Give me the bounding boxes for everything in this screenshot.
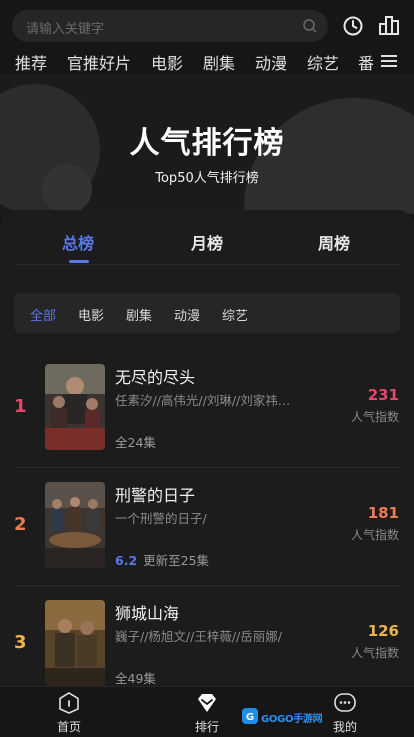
watermark-text: GOGO手游网 bbox=[261, 714, 323, 725]
popularity-label: 人气指数 bbox=[350, 410, 399, 424]
chat-face-icon bbox=[334, 693, 356, 712]
svg-text:G: G bbox=[246, 712, 254, 723]
show-cast: 巍子//杨旭文//王梓薇//岳丽娜/ bbox=[115, 629, 282, 644]
period-tabs: 总榜 月榜 周榜 bbox=[14, 210, 400, 265]
popularity-value: 181 bbox=[367, 504, 399, 522]
episode-status: 全24集 bbox=[115, 435, 156, 450]
bottom-nav-label: 首页 bbox=[56, 720, 81, 734]
show-title[interactable]: 无尽的尽头 bbox=[115, 364, 195, 388]
category-nav: 推荐 官推好片 电影 剧集 动漫 综艺 番 bbox=[0, 50, 414, 74]
show-episodes: 全49集 bbox=[115, 668, 156, 686]
filter-all[interactable]: 全部 bbox=[30, 305, 56, 324]
page-title: 人气排行榜 bbox=[129, 126, 285, 161]
nav-tab-movies[interactable]: 电影 bbox=[151, 50, 183, 74]
bottom-nav-ranking[interactable]: 排行 bbox=[167, 687, 247, 737]
active-tab-indicator bbox=[69, 260, 89, 263]
popularity-label: 人气指数 bbox=[350, 646, 399, 660]
show-title[interactable]: 狮城山海 bbox=[115, 600, 179, 624]
show-cast: 一个刑警的日子/ bbox=[115, 511, 207, 526]
poster-image[interactable] bbox=[45, 600, 105, 686]
popularity-value: 231 bbox=[367, 386, 399, 404]
ranking-card: 总榜 月榜 周榜 全部 电影 剧集 动漫 综艺 1 无尽的尽头 任素汐//高伟光… bbox=[0, 210, 414, 686]
filter-variety[interactable]: 综艺 bbox=[222, 305, 248, 324]
nav-tab-anime[interactable]: 动漫 bbox=[255, 50, 287, 74]
menu-icon[interactable] bbox=[380, 53, 398, 69]
filter-anime[interactable]: 动漫 bbox=[174, 305, 200, 324]
popularity-value: 126 bbox=[367, 622, 399, 640]
rank-number: 3 bbox=[14, 632, 27, 653]
episode-status: 更新至25集 bbox=[143, 553, 210, 568]
ranking-row[interactable]: 2 刑警的日子 一个刑警的日子/ 6.2 更新至25集 181 人气指数 bbox=[0, 468, 414, 586]
nav-tab-fan[interactable]: 番 bbox=[358, 50, 374, 74]
bottom-nav-label: 排行 bbox=[194, 720, 219, 734]
home-icon bbox=[59, 692, 79, 714]
top-bar: 请输入关键字 bbox=[0, 0, 414, 50]
nav-tab-official-picks[interactable]: 官推好片 bbox=[67, 50, 131, 74]
genre-filter-bar: 全部 电影 剧集 动漫 综艺 bbox=[14, 293, 400, 333]
bottom-nav-home[interactable]: 首页 bbox=[29, 687, 109, 737]
nav-tab-series[interactable]: 剧集 bbox=[203, 50, 235, 74]
poster-image[interactable] bbox=[45, 364, 105, 450]
nav-tab-recommend[interactable]: 推荐 bbox=[15, 50, 47, 74]
tab-weekly[interactable]: 周榜 bbox=[318, 230, 350, 254]
filter-movies[interactable]: 电影 bbox=[78, 305, 104, 324]
search-placeholder: 请输入关键字 bbox=[26, 22, 105, 37]
show-cast: 任素汐//高伟光//刘琳//刘家祎… bbox=[115, 393, 291, 408]
show-title[interactable]: 刑警的日子 bbox=[115, 482, 195, 506]
nav-tab-variety[interactable]: 综艺 bbox=[307, 50, 339, 74]
show-episodes: 6.2 更新至25集 bbox=[115, 550, 209, 569]
tab-monthly[interactable]: 月榜 bbox=[191, 230, 223, 254]
search-input[interactable]: 请输入关键字 bbox=[12, 10, 328, 42]
rating-score: 6.2 bbox=[115, 553, 138, 568]
watermark-logo: G GOGO手游网 bbox=[241, 707, 323, 727]
rank-number: 2 bbox=[14, 514, 27, 535]
ranking-banner: 人气排行榜 Top50人气排行榜 bbox=[0, 74, 414, 214]
history-clock-icon[interactable] bbox=[342, 15, 364, 37]
ranking-row[interactable]: 3 狮城山海 巍子//杨旭文//王梓薇//岳丽娜/ 全49集 126 人气指数 bbox=[0, 586, 414, 686]
tab-overall[interactable]: 总榜 bbox=[62, 230, 94, 254]
rank-diamond-icon bbox=[198, 694, 216, 712]
page-subtitle: Top50人气排行榜 bbox=[155, 171, 259, 186]
ranking-bars-icon[interactable] bbox=[378, 14, 400, 36]
popularity-label: 人气指数 bbox=[350, 528, 399, 542]
filter-series[interactable]: 剧集 bbox=[126, 305, 152, 324]
poster-image[interactable] bbox=[45, 482, 105, 568]
show-episodes: 全24集 bbox=[115, 432, 156, 451]
bottom-nav: 首页 排行 我的 G GOGO手游网 bbox=[0, 686, 414, 737]
search-icon[interactable] bbox=[302, 18, 318, 34]
ranking-row[interactable]: 1 无尽的尽头 任素汐//高伟光//刘琳//刘家祎… 全24集 231 人气指数 bbox=[0, 350, 414, 468]
episode-status: 全49集 bbox=[115, 671, 156, 686]
watermark-icon: G bbox=[242, 708, 258, 724]
rank-number: 1 bbox=[14, 396, 27, 417]
